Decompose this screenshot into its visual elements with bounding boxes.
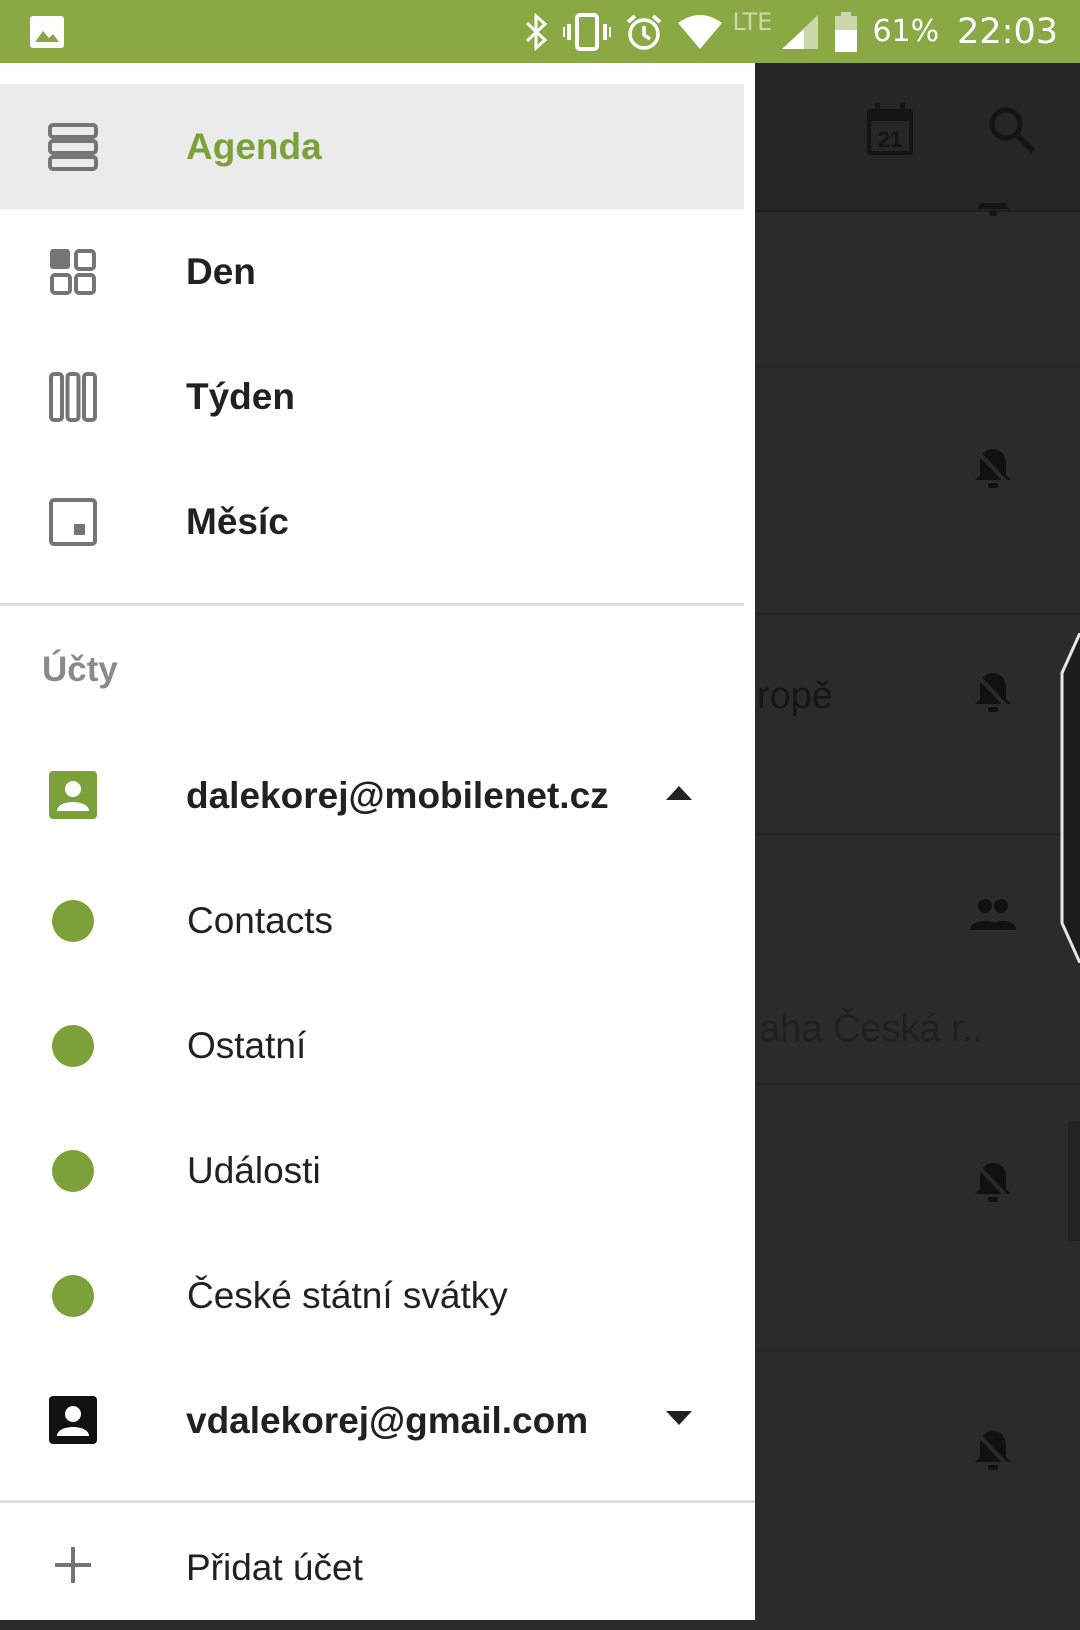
- calendar-item-holidays[interactable]: České státní svátky: [0, 1233, 744, 1358]
- calendar-color-dot: [52, 1275, 94, 1317]
- account-box-icon: [49, 1396, 97, 1444]
- calendar-label: České státní svátky: [187, 1275, 508, 1316]
- navigation-drawer: Agenda Den Týden Měsíc Účty dalekorej@mo…: [0, 63, 755, 1620]
- battery-percent: 61%: [872, 14, 940, 49]
- calendar-label: Ostatní: [187, 1025, 307, 1066]
- row-divider: [755, 366, 1080, 368]
- week-view-icon: [49, 372, 97, 422]
- nav-item-day[interactable]: Den: [0, 209, 744, 334]
- network-type-label: LTE: [732, 7, 773, 36]
- month-view-icon: [49, 498, 97, 546]
- bluetooth-icon: [525, 12, 547, 51]
- nav-item-label: Agenda: [186, 126, 322, 167]
- row-divider: [755, 1350, 1080, 1352]
- bell-off-icon: [974, 1430, 1012, 1470]
- nav-item-agenda[interactable]: Agenda: [0, 84, 744, 209]
- status-bar: LTE 61% 22:03: [0, 0, 1080, 63]
- add-account-label: Přidat účet: [186, 1547, 363, 1588]
- event-title-partial: ropě: [757, 675, 834, 717]
- nav-item-week[interactable]: Týden: [0, 334, 744, 459]
- nav-item-label: Den: [186, 251, 256, 292]
- calendar-label: Contacts: [187, 900, 334, 941]
- gallery-icon: [30, 16, 64, 48]
- account-email: dalekorej@mobilenet.cz: [186, 775, 609, 816]
- agenda-view-icon: [48, 123, 98, 171]
- signal-icon: [782, 14, 819, 49]
- bell-off-icon: [974, 448, 1012, 488]
- account-row-mobilenet[interactable]: dalekorej@mobilenet.cz: [0, 733, 744, 858]
- fast-scroll-handle[interactable]: [1060, 633, 1080, 963]
- battery-icon: [835, 11, 858, 52]
- plus-icon: [55, 1547, 91, 1583]
- nav-item-label: Týden: [186, 376, 295, 417]
- row-divider: [755, 613, 1080, 615]
- calendar-item-contacts[interactable]: Contacts: [0, 858, 744, 983]
- add-account-button[interactable]: Přidat účet: [0, 1505, 755, 1620]
- bell-off-icon: [974, 672, 1012, 712]
- nav-item-month[interactable]: Měsíc: [0, 459, 744, 584]
- row-divider: [755, 833, 1080, 835]
- today-calendar-icon: 21: [867, 103, 913, 155]
- people-icon: [970, 899, 1016, 930]
- calendar-label: Události: [187, 1150, 321, 1191]
- row-divider: [755, 1083, 1080, 1085]
- vibrate-icon: [562, 12, 611, 51]
- background-toolbar: 21: [755, 63, 1080, 212]
- bell-off-icon: [974, 1162, 1012, 1202]
- calendar-color-dot: [52, 900, 94, 942]
- search-icon: [989, 107, 1036, 154]
- alarm-icon: [626, 13, 661, 50]
- clock: 22:03: [957, 11, 1058, 52]
- collapse-arrow-icon[interactable]: [664, 783, 694, 803]
- wifi-icon: [677, 14, 722, 49]
- scrollbar-thumb[interactable]: [1068, 1121, 1080, 1241]
- calendar-item-udalosti[interactable]: Události: [0, 1108, 744, 1233]
- today-day-number: 21: [878, 127, 902, 152]
- event-location-partial: aha Česká r..: [759, 1008, 983, 1050]
- background-agenda-scrim[interactable]: 21 ropě aha Česká r..: [755, 63, 1080, 1620]
- accounts-section-title: Účty: [42, 650, 118, 689]
- account-box-icon: [49, 771, 97, 819]
- day-view-icon: [50, 249, 96, 295]
- calendar-item-ostatni[interactable]: Ostatní: [0, 983, 744, 1108]
- calendar-color-dot: [52, 1150, 94, 1192]
- calendar-color-dot: [52, 1025, 94, 1067]
- expand-arrow-icon[interactable]: [664, 1408, 694, 1428]
- divider: [0, 1500, 755, 1503]
- account-email: vdalekorej@gmail.com: [186, 1400, 589, 1441]
- nav-item-label: Měsíc: [186, 501, 289, 542]
- bell-off-icon: [977, 203, 1009, 216]
- account-row-gmail[interactable]: vdalekorej@gmail.com: [0, 1358, 744, 1483]
- divider: [0, 603, 744, 606]
